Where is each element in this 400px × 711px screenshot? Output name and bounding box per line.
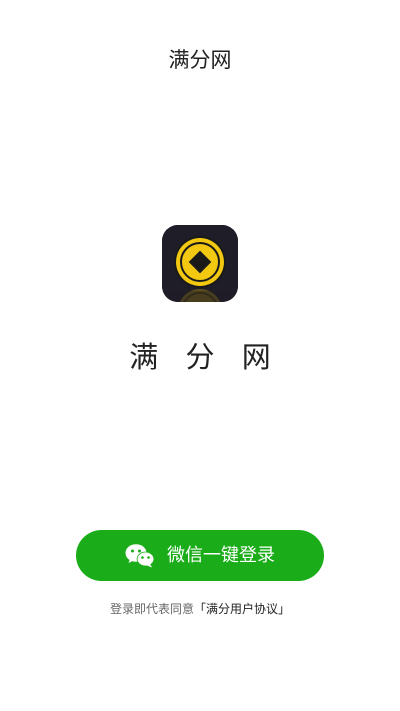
app-logo (162, 225, 238, 302)
agreement-text: 登录即代表同意「满分用户协议」 (0, 600, 400, 618)
login-button-label: 微信一键登录 (167, 544, 275, 566)
agreement-prefix: 登录即代表同意 (109, 602, 194, 616)
page-title: 满分网 (168, 48, 232, 72)
wechat-login-button[interactable]: 微信一键登录 (76, 530, 324, 581)
user-agreement-link[interactable]: 「满分用户协议」 (194, 602, 290, 616)
coin-logo-icon (162, 225, 238, 302)
app-name: 满 分 网 (129, 340, 280, 374)
wechat-icon (125, 543, 155, 569)
